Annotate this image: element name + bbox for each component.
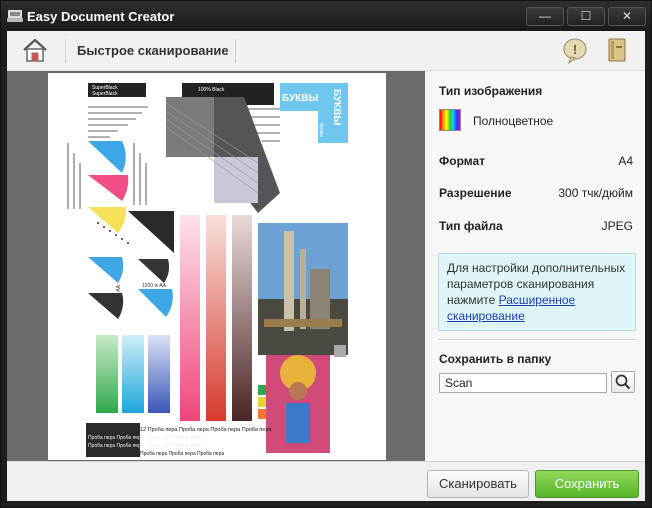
pen-test-text: Проба пера Проба пера Проба пера Проба п… — [88, 443, 201, 449]
help-icon[interactable]: ! — [563, 38, 587, 64]
svg-text:!: ! — [573, 42, 577, 57]
full-color-icon — [439, 109, 461, 131]
toolbar-separator — [65, 39, 66, 63]
browse-folder-button[interactable] — [611, 371, 635, 393]
brown-gradient-column — [232, 215, 252, 421]
format-value: A4 — [618, 154, 633, 168]
image-type-label: Тип изображения — [439, 84, 543, 98]
lavender-square — [214, 157, 258, 203]
pink-gradient-column — [180, 215, 200, 421]
bottom-action-bar: Сканировать Сохранить — [7, 461, 645, 501]
toolbar-separator — [235, 39, 236, 63]
pen-test-text: Проба пера Проба пера Проба пера — [140, 451, 224, 457]
minimize-button[interactable]: — — [526, 7, 564, 26]
home-icon[interactable] — [21, 37, 49, 63]
cyan-wedge — [88, 141, 126, 173]
divider — [438, 339, 636, 340]
window-title: Easy Document Creator — [27, 9, 175, 24]
magenta-wedge — [88, 175, 129, 201]
pen-test-text: 12 Проба пера Проба пера Проба пера Проб… — [140, 427, 273, 433]
superblack-label: SuperBlack — [92, 91, 118, 97]
search-icon — [615, 374, 631, 390]
image-type-value: Полноцветное — [473, 114, 554, 128]
page-title: Быстрое сканирование — [77, 43, 229, 58]
format-label: Формат — [439, 154, 486, 168]
maximize-button[interactable]: ☐ — [567, 7, 605, 26]
ruler-label: 1200 w AA — [142, 283, 167, 289]
toolbar: Быстрое сканирование ! — [7, 31, 645, 71]
title-bar: Easy Document Creator — ☐ ✕ — [1, 1, 651, 31]
letters-vertical-label: БУКВЫ — [331, 89, 342, 125]
manual-book-icon[interactable] — [607, 38, 627, 62]
save-folder-label: Сохранить в папку — [439, 352, 552, 366]
advanced-scan-info-box: Для настройки дополнительных параметров … — [438, 253, 636, 331]
red-gradient-column — [206, 215, 226, 421]
green-gradient-bar — [96, 335, 118, 413]
test-chart-image: SuperBlack SuperBlack 100% Black БУКВЫ Б… — [67, 83, 348, 457]
close-button[interactable]: ✕ — [608, 7, 646, 26]
scan-button[interactable]: Сканировать — [427, 470, 529, 498]
scanned-page-preview: SuperBlack SuperBlack 100% Black БУКВЫ Б… — [48, 73, 386, 460]
app-window: Easy Document Creator — ☐ ✕ Быстрое скан… — [0, 0, 652, 508]
yellow-wedge — [88, 207, 127, 233]
letters-small-label: буквы — [318, 123, 324, 137]
pen-test-text: Проба пера Проба пера Проба пера Проба п… — [88, 435, 201, 441]
save-folder-input[interactable] — [439, 373, 607, 393]
scan-preview-area: SuperBlack SuperBlack 100% Black БУКВЫ Б… — [7, 71, 425, 461]
resolution-value: 300 тчк/дюйм — [558, 186, 633, 200]
resolution-lines-left — [88, 106, 148, 138]
scan-settings-panel: Тип изображения Полноцветное Формат A4 Р… — [425, 71, 645, 461]
save-button[interactable]: Сохранить — [535, 470, 639, 498]
file-type-value: JPEG — [601, 219, 633, 233]
file-type-label: Тип файла — [439, 219, 503, 233]
cyan-gradient-bar — [122, 335, 144, 413]
blue-gradient-bar — [148, 335, 170, 413]
ruler-label: 1200 w AA — [116, 284, 122, 309]
resolution-label: Разрешение — [439, 186, 512, 200]
black-wedge — [128, 211, 174, 253]
letters-label: БУКВЫ — [282, 93, 318, 104]
app-logo-icon — [7, 10, 23, 22]
black100-label: 100% Black — [198, 87, 225, 93]
